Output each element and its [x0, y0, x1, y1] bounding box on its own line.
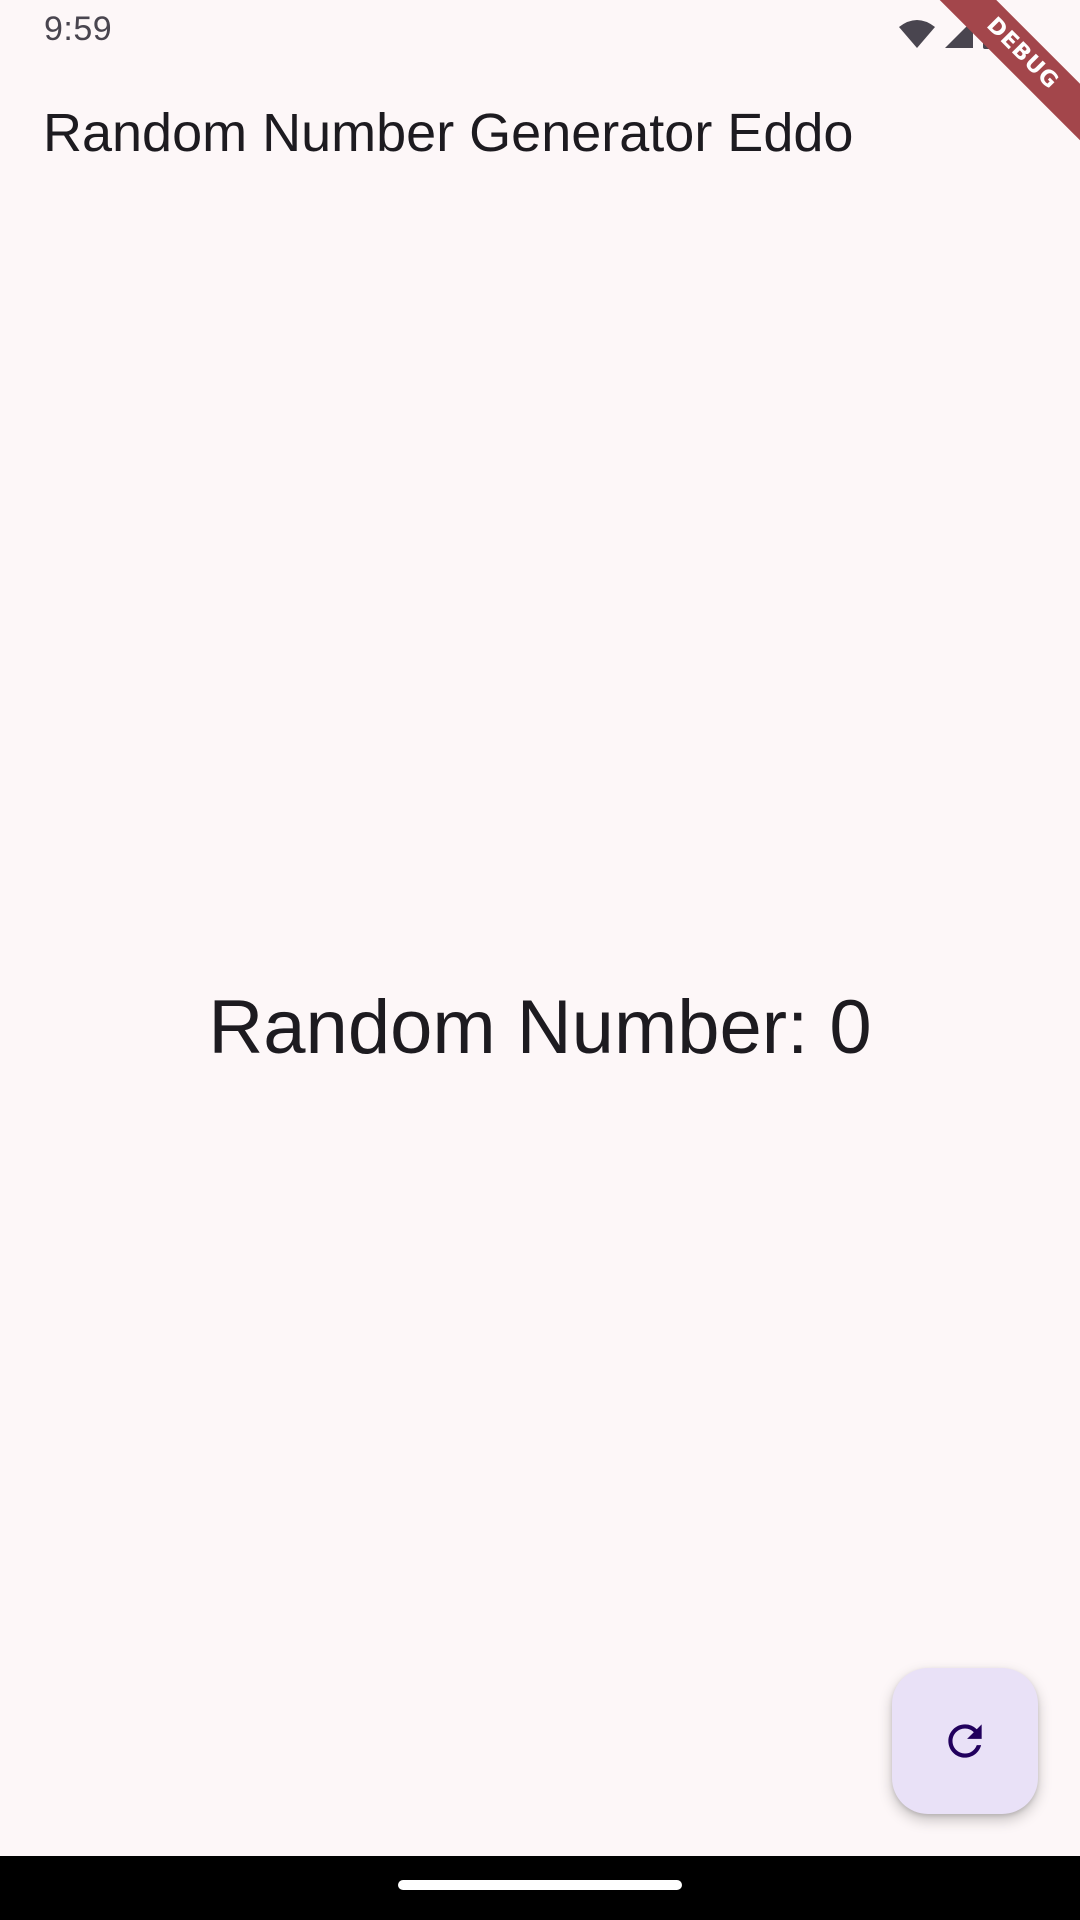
status-icons — [898, 14, 1000, 54]
refresh-icon — [940, 1716, 990, 1766]
app-screen: 9:59 DEBUG Random Number Generator Eddo … — [0, 0, 1080, 1920]
app-title: Random Number Generator Eddo — [43, 103, 854, 163]
navigation-bar — [0, 1856, 1080, 1920]
signal-icon — [944, 19, 974, 49]
random-number-text: Random Number: 0 — [208, 985, 872, 1070]
home-gesture-handle[interactable] — [398, 1880, 682, 1890]
wifi-icon — [898, 19, 936, 49]
status-time: 9:59 — [44, 10, 113, 48]
battery-icon — [982, 18, 1000, 50]
refresh-button[interactable] — [892, 1668, 1038, 1814]
status-bar: 9:59 — [0, 0, 1080, 64]
main-content: Random Number: 0 — [0, 204, 1080, 1854]
app-bar: Random Number Generator Eddo — [0, 64, 1080, 204]
